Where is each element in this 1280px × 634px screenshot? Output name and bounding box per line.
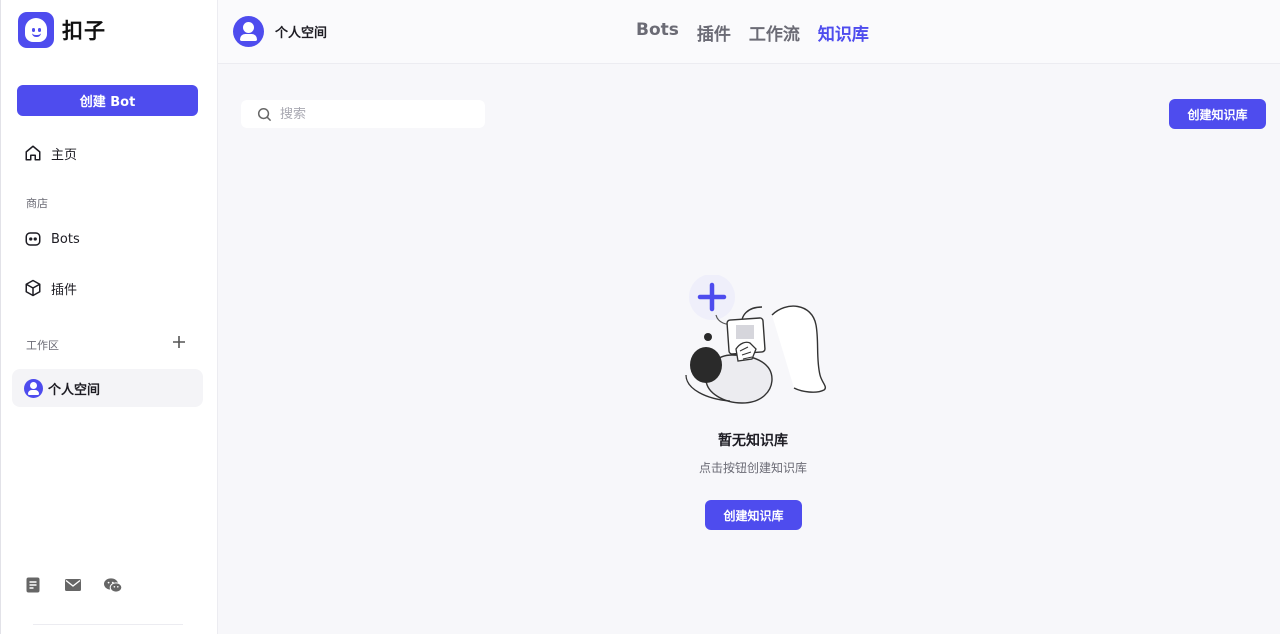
create-knowledge-base-button[interactable]: 创建知识库 [1169,99,1266,129]
sidebar-item-plugins[interactable]: 插件 [12,269,203,307]
sidebar-item-label: 主页 [51,147,78,163]
top-header: 个人空间 Bots 插件 工作流 知识库 [218,0,1280,64]
avatar [24,378,43,398]
sidebar-item-home[interactable]: 主页 [12,134,203,172]
sidebar-footer [22,576,124,594]
sidebar-item-bots[interactable]: Bots [12,220,203,258]
tab-knowledge-base[interactable]: 知识库 [818,20,869,45]
document-icon[interactable] [22,576,44,594]
coze-logo-icon [18,12,54,48]
workspace-name: 个人空间 [275,26,328,41]
tab-plugins[interactable]: 插件 [697,20,731,45]
sidebar-item-label: 个人空间 [48,382,101,398]
divider [33,624,183,625]
store-section-label: 商店 [26,197,48,210]
search-box[interactable] [241,100,485,128]
empty-state-title: 暂无知识库 [718,433,788,449]
sidebar: 扣子 创建 Bot 主页 商店 Bots 插件 工作区 个人空间 [0,0,218,634]
cube-icon [25,279,41,297]
create-bot-button[interactable]: 创建 Bot [17,85,198,116]
home-icon [25,145,41,161]
search-input[interactable] [280,106,470,122]
mail-icon[interactable] [62,576,84,594]
brand-name: 扣子 [62,19,106,43]
empty-state-illustration [685,275,827,404]
search-icon [257,107,272,121]
tab-workflow[interactable]: 工作流 [749,20,800,45]
create-knowledge-base-empty-button[interactable]: 创建知识库 [705,500,802,530]
brand[interactable]: 扣子 [18,12,106,48]
workspace-switcher[interactable]: 个人空间 [233,16,327,47]
add-workspace-icon[interactable] [171,334,187,350]
wechat-icon[interactable] [102,576,124,594]
sidebar-item-label: 插件 [51,282,78,298]
avatar [233,16,264,47]
workspace-section-label: 工作区 [26,339,59,352]
sidebar-item-label: Bots [51,231,80,247]
sidebar-item-personal-space[interactable]: 个人空间 [12,369,203,407]
bot-icon [25,232,41,246]
top-tabs: Bots 插件 工作流 知识库 [636,20,869,45]
empty-state-description: 点击按钮创建知识库 [698,461,807,475]
tab-bots[interactable]: Bots [636,20,679,45]
